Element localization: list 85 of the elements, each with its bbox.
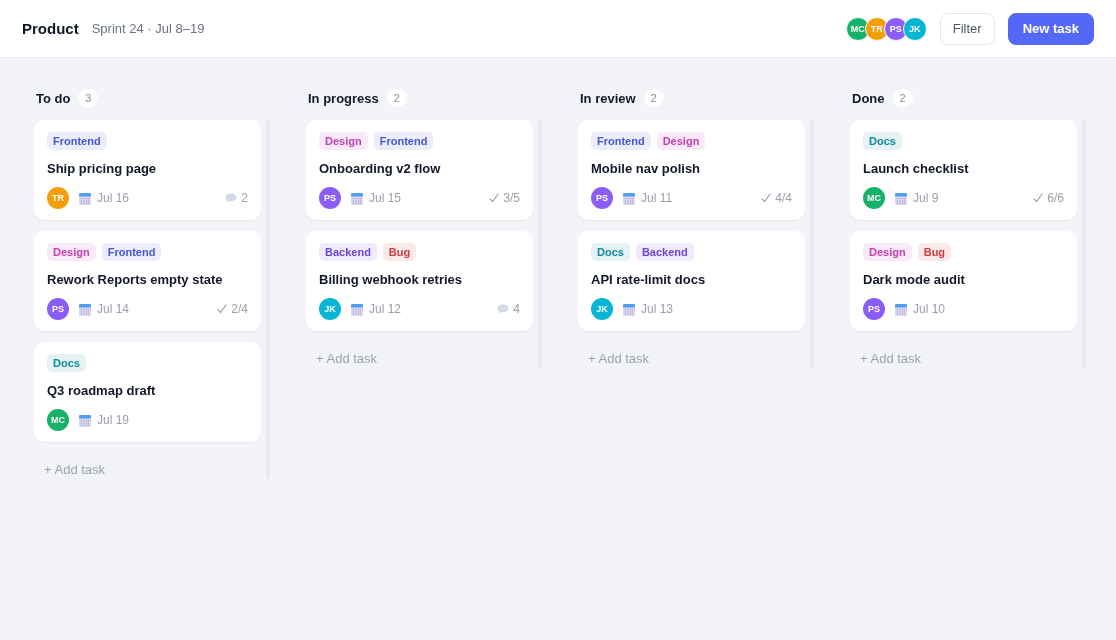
due-date: Jul 11 — [641, 191, 673, 205]
task-title: Q3 roadmap draft — [47, 382, 157, 400]
task-title: Billing webhook retries — [319, 271, 464, 289]
board-title: Product — [22, 20, 79, 37]
due-date: Jul 19 — [97, 413, 130, 427]
tag: Docs — [47, 354, 86, 372]
subtask-count: 4/4 — [775, 191, 792, 205]
check-icon — [489, 193, 500, 203]
check-icon — [1033, 193, 1044, 203]
column-title: Done — [852, 90, 885, 106]
task-count: 2 — [643, 89, 664, 107]
comment-icon — [497, 304, 510, 314]
task-card[interactable]: Docs Q3 roadmap draft MC Jul 19 — [34, 342, 261, 442]
task-title: Ship pricing page — [47, 160, 158, 178]
avatar: PS — [319, 187, 341, 209]
due-date: Jul 10 — [913, 302, 946, 316]
filter-button[interactable]: Filter — [939, 12, 995, 45]
tag: Backend — [635, 243, 694, 261]
task-count: 2 — [892, 89, 913, 107]
avatar: MC — [47, 409, 69, 431]
tag: Docs — [591, 243, 630, 261]
calendar-icon — [79, 302, 91, 316]
avatar: JK — [591, 298, 613, 320]
comment-count: 2 — [241, 191, 248, 205]
tag: Design — [656, 132, 706, 150]
subtask-count: 3/5 — [503, 191, 520, 205]
calendar-icon — [351, 302, 363, 316]
avatar: PS — [47, 298, 69, 320]
new-task-button[interactable]: New task — [1007, 12, 1094, 45]
tag: Bug — [382, 243, 417, 261]
check-icon — [217, 304, 228, 314]
due-date: Jul 9 — [913, 191, 939, 205]
task-card[interactable]: Backend Bug Billing webhook retries JK Jul 12 4 — [306, 231, 533, 331]
column-title: To do — [36, 90, 71, 106]
calendar-icon — [623, 191, 635, 205]
member-avatar[interactable]: PS — [883, 16, 908, 41]
due-date: Jul 13 — [641, 302, 674, 316]
tag: Frontend — [373, 132, 434, 150]
avatar: JK — [319, 298, 341, 320]
sprint-subtitle: Sprint 24 · Jul 8–19 — [91, 21, 205, 36]
task-card[interactable]: Frontend Design Mobile nav polish PS Jul 11 4/4 — [578, 120, 805, 220]
comment-count: 4 — [513, 302, 520, 316]
task-title: Dark mode audit — [863, 271, 966, 289]
calendar-icon — [623, 302, 635, 316]
column-title: In review — [580, 90, 636, 106]
due-date: Jul 12 — [369, 302, 402, 316]
task-card[interactable]: Design Frontend Rework Reports empty state PS Jul 14 2/4 — [34, 231, 261, 331]
due-date: Jul 14 — [97, 302, 130, 316]
tag: Design — [47, 243, 96, 261]
task-count: 2 — [386, 89, 407, 107]
avatar: TR — [47, 187, 69, 209]
tag: Frontend — [47, 132, 107, 150]
task-title: API rate-limit docs — [591, 271, 707, 289]
task-count: 3 — [78, 89, 99, 107]
avatar: MC — [863, 187, 885, 209]
task-card[interactable]: Frontend Ship pricing page TR Jul 16 2 — [34, 120, 261, 220]
column-title: In progress — [308, 90, 379, 106]
due-date: Jul 15 — [369, 191, 402, 205]
task-title: Mobile nav polish — [591, 160, 702, 178]
subtask-count: 6/6 — [1047, 191, 1064, 205]
subtask-count: 2/4 — [231, 302, 248, 316]
calendar-icon — [895, 302, 907, 316]
tag: Backend — [319, 243, 377, 261]
calendar-icon — [79, 191, 91, 205]
comment-icon — [225, 193, 238, 203]
task-card[interactable]: Design Bug Dark mode audit PS Jul 10 — [850, 231, 1077, 331]
task-title: Onboarding v2 flow — [319, 160, 442, 178]
calendar-icon — [351, 191, 363, 205]
avatar: PS — [591, 187, 613, 209]
check-icon — [761, 193, 772, 203]
task-title: Rework Reports empty state — [47, 271, 224, 289]
task-card[interactable]: Docs Launch checklist MC Jul 9 6/6 — [850, 120, 1077, 220]
tag: Docs — [863, 132, 902, 150]
tag: Design — [863, 243, 912, 261]
task-title: Launch checklist — [863, 160, 970, 178]
tag: Frontend — [591, 132, 651, 150]
tag: Bug — [917, 243, 952, 261]
calendar-icon — [79, 413, 91, 427]
tag: Design — [319, 132, 368, 150]
calendar-icon — [895, 191, 907, 205]
task-card[interactable]: Docs Backend API rate-limit docs JK Jul 13 — [578, 231, 805, 331]
avatar: PS — [863, 298, 885, 320]
task-card[interactable]: Design Frontend Onboarding v2 flow PS Jul 15 3/5 — [306, 120, 533, 220]
due-date: Jul 16 — [97, 191, 130, 205]
tag: Frontend — [101, 243, 162, 261]
